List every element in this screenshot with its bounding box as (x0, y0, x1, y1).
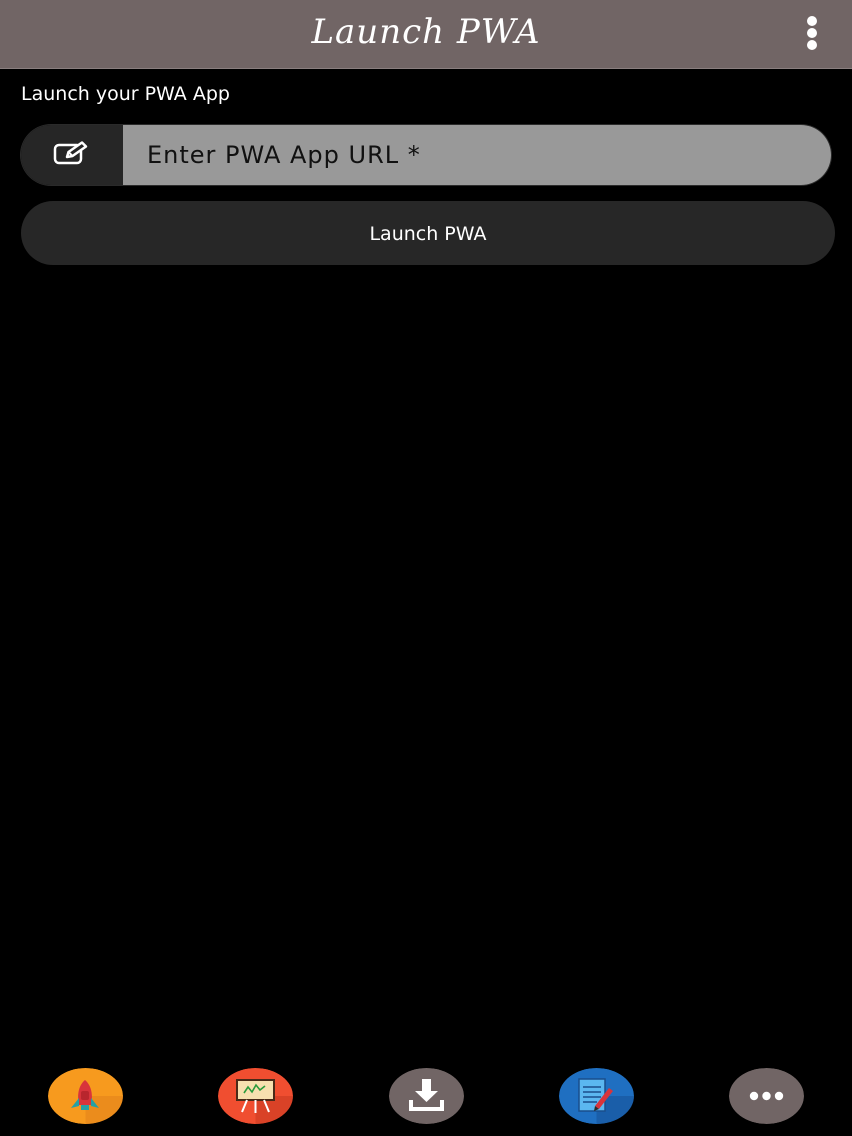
menu-dot (807, 16, 817, 26)
url-input-group (21, 125, 831, 185)
nav-presentation-button[interactable] (218, 1068, 293, 1124)
url-input-addon (21, 125, 123, 185)
rocket-icon (48, 1068, 123, 1124)
page-title: Launch PWA (311, 12, 541, 52)
notepad-icon (559, 1068, 634, 1124)
top-app-bar: Launch PWA (0, 0, 852, 69)
launch-pwa-button[interactable]: Launch PWA (21, 201, 835, 265)
bottom-navigation (0, 1066, 852, 1136)
section-label: Launch your PWA App (21, 83, 230, 105)
pwa-url-input[interactable] (123, 125, 831, 185)
menu-dot (807, 28, 817, 38)
edit-icon (53, 140, 91, 170)
overflow-menu-button[interactable] (800, 16, 824, 50)
presentation-board-icon (218, 1068, 293, 1124)
download-icon (389, 1068, 464, 1124)
more-horizontal-icon (729, 1068, 804, 1124)
menu-dot (807, 40, 817, 50)
nav-more-button[interactable] (729, 1068, 804, 1124)
nav-download-button[interactable] (389, 1068, 464, 1124)
nav-launch-button[interactable] (48, 1068, 123, 1124)
nav-notes-button[interactable] (559, 1068, 634, 1124)
app-root: Launch PWA Launch your PWA App Launch PW… (0, 0, 852, 1136)
